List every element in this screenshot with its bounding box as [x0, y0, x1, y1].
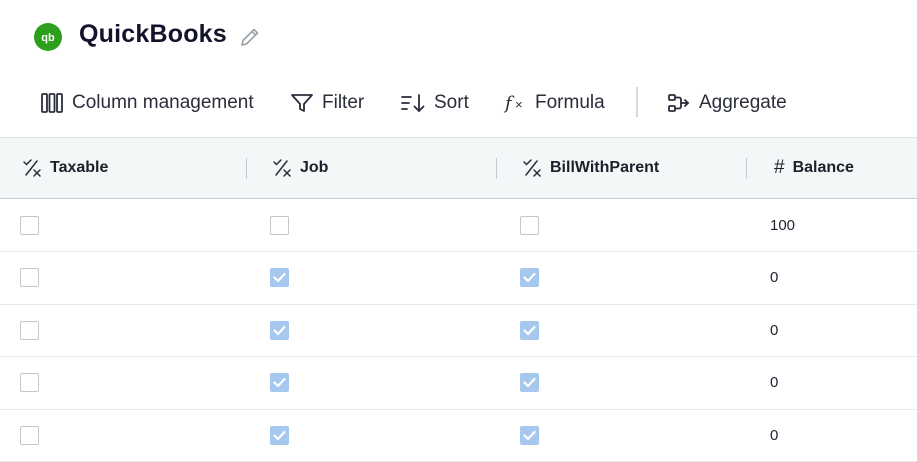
quickbooks-logo-icon: qb — [34, 23, 62, 51]
taxable-checkbox[interactable] — [20, 373, 39, 392]
table-row[interactable]: 0 — [0, 304, 917, 357]
balance-cell: 0 — [770, 426, 779, 444]
column-header-balance[interactable]: # Balance — [774, 138, 854, 198]
boolean-type-icon — [23, 159, 41, 177]
column-header-billwithparent[interactable]: BillWithParent — [522, 138, 659, 198]
table-cell — [520, 304, 539, 356]
table-cell — [270, 304, 289, 356]
filter-button[interactable]: Filter — [290, 80, 364, 126]
taxable-checkbox[interactable] — [20, 268, 39, 287]
formula-fx-icon: f × — [503, 93, 523, 114]
aggregate-icon — [668, 94, 690, 112]
grid-header-row: Taxable Job BillWithParent # Balance — [0, 137, 917, 199]
column-resize-handle[interactable] — [496, 158, 497, 179]
balance-cell: 0 — [770, 269, 779, 286]
column-management-button[interactable]: Column management — [40, 80, 254, 126]
column-header-label: BillWithParent — [550, 159, 660, 176]
column-header-label: Balance — [792, 159, 854, 176]
taxable-checkbox[interactable] — [20, 425, 39, 445]
table-cell — [20, 409, 39, 461]
table-cell — [270, 357, 289, 409]
table-cell — [20, 252, 39, 304]
page-header: qb QuickBooks — [0, 0, 917, 72]
job-checkbox[interactable] — [270, 425, 289, 445]
table-cell — [20, 304, 39, 356]
svg-text:×: × — [515, 97, 523, 112]
toolbar: Column management Filter Sort f × Formul… — [0, 80, 917, 126]
boolean-type-icon — [523, 159, 541, 177]
formula-label: Formula — [535, 92, 605, 113]
billwithparent-checkbox[interactable] — [520, 425, 539, 445]
sort-label: Sort — [434, 92, 469, 113]
job-checkbox[interactable] — [270, 268, 289, 287]
table-cell — [270, 252, 289, 304]
job-checkbox[interactable] — [270, 373, 289, 392]
column-header-taxable[interactable]: Taxable — [22, 138, 108, 198]
job-checkbox[interactable] — [270, 320, 289, 340]
data-grid: Taxable Job BillWithParent # Balance 100… — [0, 137, 917, 462]
aggregate-button[interactable]: Aggregate — [667, 80, 787, 126]
billwithparent-checkbox[interactable] — [520, 215, 539, 235]
table-cell — [20, 357, 39, 409]
sort-button[interactable]: Sort — [400, 80, 469, 126]
svg-text:f: f — [503, 93, 515, 114]
table-cell — [520, 252, 539, 304]
column-resize-handle[interactable] — [746, 158, 747, 179]
taxable-checkbox[interactable] — [20, 215, 39, 235]
toolbar-divider — [636, 87, 638, 117]
column-header-job[interactable]: Job — [272, 138, 328, 198]
columns-icon — [41, 93, 63, 113]
table-cell — [520, 357, 539, 409]
table-cell — [520, 199, 539, 251]
pencil-edit-icon[interactable] — [239, 26, 261, 48]
svg-text:qb: qb — [41, 32, 55, 44]
job-checkbox[interactable] — [270, 215, 289, 235]
table-cell — [270, 199, 289, 251]
taxable-checkbox[interactable] — [20, 320, 39, 340]
table-row[interactable]: 0 — [0, 252, 917, 305]
number-type-icon: # — [774, 157, 785, 178]
billwithparent-checkbox[interactable] — [520, 373, 539, 392]
boolean-type-icon — [273, 159, 291, 177]
billwithparent-checkbox[interactable] — [520, 320, 539, 340]
table-cell — [270, 409, 289, 461]
filter-icon — [291, 94, 313, 112]
table-row[interactable]: 100 — [0, 199, 917, 252]
table-row[interactable]: 0 — [0, 357, 917, 410]
column-management-label: Column management — [72, 92, 254, 113]
column-header-label: Job — [300, 159, 329, 176]
table-cell — [20, 199, 39, 251]
balance-cell: 100 — [770, 216, 796, 234]
aggregate-label: Aggregate — [699, 92, 787, 113]
balance-cell: 0 — [770, 374, 779, 391]
formula-button[interactable]: f × Formula — [503, 80, 605, 126]
balance-cell: 0 — [770, 321, 779, 339]
page-title: QuickBooks — [79, 20, 227, 48]
column-header-label: Taxable — [50, 159, 109, 176]
table-row[interactable]: 0 — [0, 409, 917, 462]
table-cell — [520, 409, 539, 461]
billwithparent-checkbox[interactable] — [520, 268, 539, 287]
filter-label: Filter — [322, 92, 365, 113]
sort-icon — [401, 94, 425, 113]
column-resize-handle[interactable] — [246, 158, 247, 179]
